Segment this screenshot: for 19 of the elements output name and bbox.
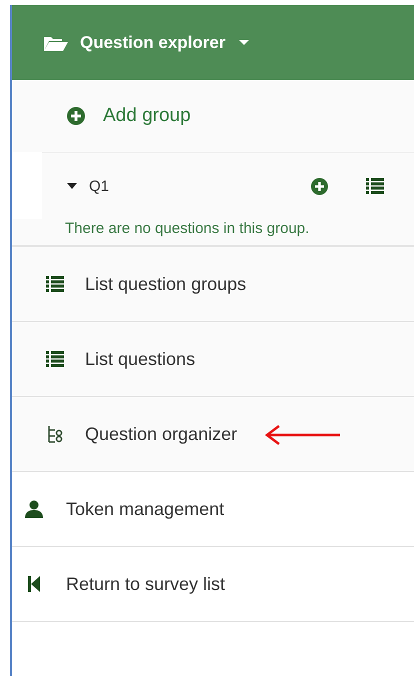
menu-item[interactable]: List question groups — [12, 247, 414, 322]
empty-message: There are no questions in this group. — [12, 219, 414, 245]
list-icon — [46, 351, 64, 367]
dropdown-caret-icon[interactable] — [239, 40, 250, 45]
add-icon — [67, 107, 85, 125]
skip-back-icon — [28, 576, 40, 592]
add-icon[interactable] — [311, 178, 328, 194]
list-icon — [46, 276, 64, 292]
person-icon — [25, 500, 43, 518]
caret-icon[interactable] — [67, 183, 77, 189]
add-group-link[interactable]: Add group — [12, 80, 414, 152]
tree-icon — [47, 425, 63, 443]
list-icon[interactable] — [366, 178, 384, 194]
menu-item[interactable]: List questions — [12, 322, 414, 397]
folder-icon — [44, 34, 68, 50]
group-title[interactable]: Q1 — [89, 178, 311, 194]
header-title: Question explorer — [80, 32, 226, 52]
menu-item[interactable]: Question organizer — [12, 397, 414, 472]
header-bar[interactable]: Question explorer — [12, 5, 414, 80]
